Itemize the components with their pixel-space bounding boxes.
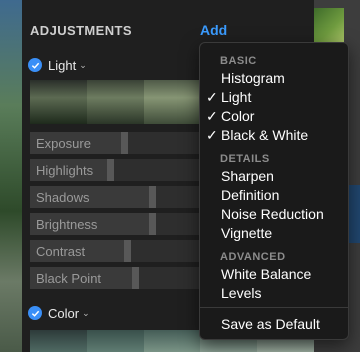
chevron-down-icon: ⌄ (79, 59, 87, 70)
menu-item-histogram[interactable]: Histogram (200, 69, 348, 88)
menu-item-label: Color (221, 108, 255, 124)
menu-item-levels[interactable]: Levels (200, 284, 348, 303)
preview-thumb (143, 330, 201, 352)
checkmark-icon: ✓ (206, 108, 218, 124)
menu-item-label: Histogram (221, 70, 285, 86)
menu-item-label: Definition (221, 187, 280, 203)
preview-thumb (86, 330, 144, 352)
menu-item-vignette[interactable]: Vignette (200, 224, 348, 243)
checkmark-icon (31, 62, 39, 69)
background-photo-left (0, 0, 22, 352)
slider-label: Highlights (36, 163, 94, 178)
color-enabled-checkbox[interactable] (28, 306, 42, 320)
menu-item-label: Black & White (221, 127, 309, 143)
menu-item-label: Sharpen (221, 168, 274, 184)
menu-item-label: Save as Default (221, 316, 320, 332)
slider-label: Contrast (36, 244, 86, 259)
menu-separator (200, 307, 348, 308)
slider-label: Shadows (36, 190, 90, 205)
menu-item-save-as-default[interactable]: Save as Default (200, 315, 348, 334)
add-button[interactable]: Add (200, 22, 227, 38)
menu-item-sharpen[interactable]: Sharpen (200, 167, 348, 186)
panel-title: ADJUSTMENTS (30, 23, 132, 38)
slider-knob[interactable] (121, 132, 128, 154)
section-color-label: Color (48, 305, 80, 321)
chevron-down-icon: ⌄ (82, 307, 90, 318)
menu-item-label: Noise Reduction (221, 206, 324, 222)
preview-thumb (30, 330, 87, 352)
preview-thumb (30, 80, 87, 124)
slider-knob[interactable] (149, 186, 156, 208)
menu-item-light[interactable]: ✓ Light (200, 88, 348, 107)
menu-item-label: Light (221, 89, 252, 105)
slider-label: Black Point (36, 271, 102, 286)
menu-item-label: Levels (221, 285, 262, 301)
section-color-header[interactable]: Color ⌄ (28, 304, 90, 322)
menu-heading-advanced: ADVANCED (220, 251, 286, 263)
menu-heading-basic: BASIC (220, 55, 257, 67)
menu-item-color[interactable]: ✓ Color (200, 107, 348, 126)
section-light-label: Light (48, 57, 77, 73)
add-adjustment-menu: BASIC Histogram ✓ Light ✓ Color ✓ Black … (199, 42, 349, 340)
menu-item-white-balance[interactable]: White Balance (200, 265, 348, 284)
preview-thumb (86, 80, 144, 124)
menu-item-label: White Balance (221, 266, 312, 282)
section-light-header[interactable]: Light ⌄ (28, 56, 87, 74)
slider-knob[interactable] (149, 213, 156, 235)
slider-label: Exposure (36, 136, 91, 151)
checkmark-icon: ✓ (206, 89, 218, 105)
slider-knob[interactable] (132, 267, 139, 289)
checkmark-icon: ✓ (206, 127, 218, 143)
slider-knob[interactable] (124, 240, 131, 262)
menu-item-noise-reduction[interactable]: Noise Reduction (200, 205, 348, 224)
menu-item-label: Vignette (221, 225, 273, 241)
slider-label: Brightness (36, 217, 98, 232)
light-enabled-checkbox[interactable] (28, 58, 42, 72)
slider-knob[interactable] (107, 159, 114, 181)
checkmark-icon (31, 310, 39, 317)
photo-thumbnail (314, 8, 344, 42)
menu-item-definition[interactable]: Definition (200, 186, 348, 205)
menu-item-black-white[interactable]: ✓ Black & White (200, 126, 348, 145)
preview-thumb (143, 80, 201, 124)
menu-heading-details: DETAILS (220, 153, 270, 165)
